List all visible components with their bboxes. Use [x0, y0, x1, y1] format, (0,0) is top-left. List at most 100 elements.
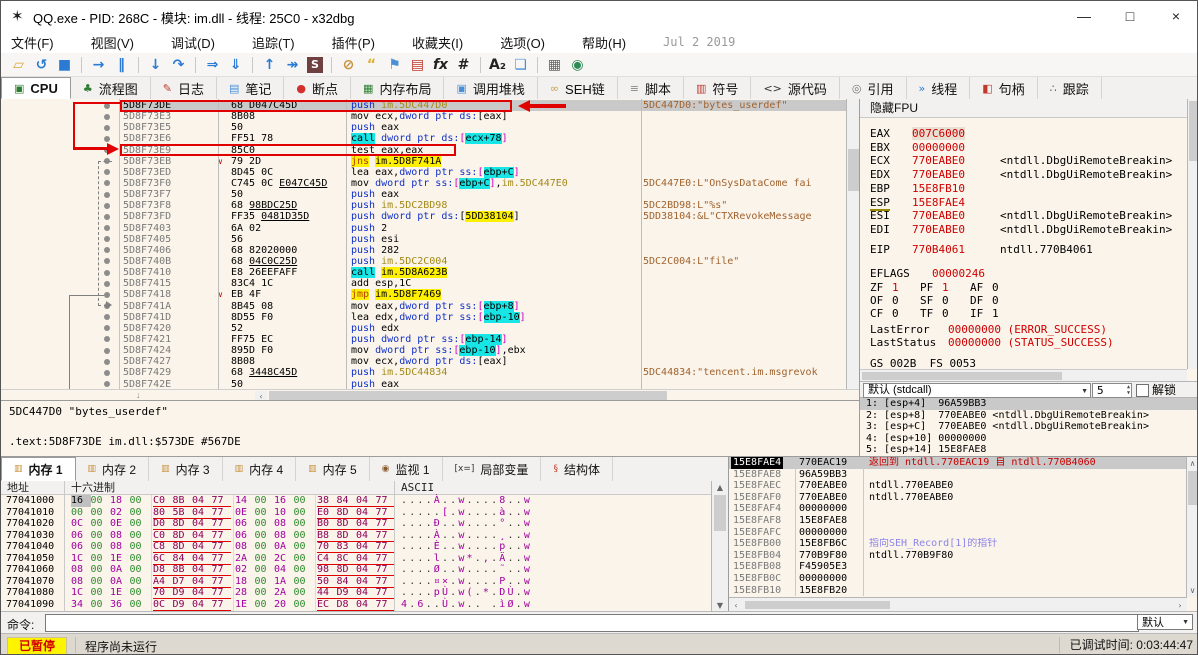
breakpoint-dot[interactable] — [104, 236, 110, 243]
byte-cell[interactable]: 00 — [130, 587, 150, 599]
byte-cell[interactable]: 8D — [337, 530, 357, 542]
byte-cell[interactable]: 77 — [212, 541, 232, 553]
byte-cell[interactable]: 04 — [356, 599, 376, 611]
byte-cell[interactable]: 1E — [110, 553, 130, 565]
byte-cell[interactable]: 34 — [71, 599, 91, 611]
breakpoint-dot[interactable] — [104, 269, 110, 276]
detach-icon[interactable]: ❏ — [509, 55, 532, 75]
byte-cell[interactable]: 04 — [356, 507, 376, 519]
register-value[interactable]: 770EABE0 — [912, 209, 965, 222]
flag-value[interactable]: 1 — [942, 281, 949, 294]
register-value[interactable]: 007C6000 — [912, 127, 965, 140]
breakpoint-dot[interactable] — [104, 135, 110, 142]
byte-cell[interactable]: 04 — [192, 518, 212, 530]
scroll-down-icon[interactable]: ▼ — [713, 600, 727, 611]
byte-cell[interactable]: 00 — [255, 530, 275, 542]
byte-cell[interactable]: 38 — [317, 495, 337, 507]
disassembly-vscrollbar[interactable] — [846, 99, 859, 389]
byte-cell[interactable]: 00 — [294, 541, 314, 553]
byte-cell[interactable]: 77 — [376, 530, 396, 542]
disasm-row[interactable]: 5D8F741A 8B45 08 mov eax,dword ptr ss:[ebp… — [1, 300, 859, 312]
byte-cell[interactable]: 00 — [91, 564, 111, 576]
stack-hscrollbar[interactable]: ‹ › — [729, 597, 1187, 612]
breakpoint-dot[interactable] — [104, 169, 110, 176]
byte-cell[interactable]: 00 — [255, 587, 275, 599]
byte-cell[interactable]: 77 — [376, 599, 396, 611]
byte-cell[interactable]: 77 — [376, 507, 396, 519]
breakpoint-dot[interactable] — [104, 358, 110, 365]
dump-tab-内存 5[interactable]: ▥ 内存 5 — [296, 457, 370, 481]
byte-cell[interactable]: 00 — [91, 576, 111, 588]
stack-row[interactable]: 15E8FAE8 96A59BB3 — [729, 469, 1197, 481]
byte-cell[interactable]: 00 — [294, 495, 314, 507]
tab-日志[interactable]: ✎ 日志 — [151, 77, 217, 99]
byte-cell[interactable]: C0 — [153, 530, 173, 542]
scroll-right-button[interactable]: › — [1174, 600, 1186, 610]
trace-into-icon[interactable]: ⇒ — [201, 55, 224, 75]
stack-row[interactable]: 15E8FB08 F45905E3 — [729, 561, 1197, 573]
byte-cell[interactable]: 00 — [255, 599, 275, 611]
register-value[interactable]: 770EABE0 — [912, 154, 965, 167]
byte-cell[interactable]: 14 — [235, 495, 255, 507]
byte-cell[interactable]: 08 — [71, 564, 91, 576]
disasm-row[interactable]: 5D8F7421 FF75 EC push dword ptr ss:[ebp-14… — [1, 333, 859, 345]
dump-row[interactable]: 77041000 16 00 18 00 C0 8B 04 77 14 00 16 00 38 84 04 77… — [1, 495, 711, 507]
disasm-row[interactable]: 5D8F73E6 FF51 78 call dword ptr ds:[ecx+78… — [1, 133, 859, 145]
flag-value[interactable]: 0 — [892, 294, 899, 307]
byte-cell[interactable]: 00 — [130, 576, 150, 588]
scrollbar-thumb[interactable] — [1188, 471, 1197, 505]
argument-row[interactable]: 1: [esp+4] 96A59BB3 — [860, 398, 1197, 410]
byte-cell[interactable]: 00 — [130, 518, 150, 530]
calculator-icon[interactable]: ▦ — [543, 55, 566, 75]
shortcuts-icon[interactable]: # — [452, 55, 475, 75]
byte-cell[interactable]: 06 — [71, 530, 91, 542]
byte-cell[interactable]: 1E — [235, 599, 255, 611]
byte-cell[interactable]: 8D — [337, 507, 357, 519]
disasm-row[interactable]: 5D8F73F0 C745 0C E047C45D mov dword ptr ss… — [1, 177, 859, 189]
breakpoint-dot[interactable] — [104, 225, 110, 232]
tab-调用堆栈[interactable]: ▣ 调用堆栈 — [444, 77, 538, 99]
byte-cell[interactable]: 0A — [110, 564, 130, 576]
dump-tab-结构体[interactable]: § 结构体 — [541, 457, 613, 481]
flag-value[interactable]: 0 — [892, 307, 899, 320]
run-icon[interactable]: → — [87, 55, 110, 75]
byte-cell[interactable]: 5B — [173, 507, 193, 519]
disasm-row[interactable]: 5D8F7415 83C4 1C add esp,1C — [1, 278, 859, 289]
stack-row[interactable]: 15E8FAF4 00000000 — [729, 503, 1197, 515]
byte-cell[interactable]: E0 — [317, 507, 337, 519]
chevron-down-icon[interactable]: ▼ — [1182, 615, 1189, 631]
disassembly-panel[interactable]: 5D8F73DE 68 D047C45D push im.5DC447D0 5DC44… — [1, 99, 859, 400]
byte-cell[interactable]: B0 — [317, 518, 337, 530]
dump-row[interactable]: 77041040 06 00 08 00 C8 8D 04 77 08 00 0A 00 70 83 04 77… — [1, 541, 711, 553]
chevron-down-icon[interactable]: ▼ — [1081, 385, 1088, 398]
byte-cell[interactable]: 02 — [235, 564, 255, 576]
byte-cell[interactable]: 04 — [356, 553, 376, 565]
byte-cell[interactable]: 84 — [173, 553, 193, 565]
disasm-row[interactable]: ∨ 5D8F73EB 79 2D jns im.5D8F741A — [1, 155, 859, 167]
byte-cell[interactable]: 00 — [130, 507, 150, 519]
stack-row[interactable]: 15E8FAFC 00000000 — [729, 527, 1197, 539]
bookmarks-icon[interactable]: ▤ — [406, 55, 429, 75]
breakpoint-dot[interactable] — [104, 280, 110, 287]
byte-cell[interactable]: D0 — [153, 518, 173, 530]
flag-value[interactable]: 0 — [992, 281, 999, 294]
byte-cell[interactable]: 0E — [110, 518, 130, 530]
step-over-icon[interactable]: ↷ — [167, 55, 190, 75]
arg-count-stepper[interactable]: 5 ▲ ▼ — [1092, 383, 1132, 398]
byte-cell[interactable]: 00 — [255, 576, 275, 588]
spin-down-icon[interactable]: ▼ — [1127, 390, 1130, 396]
scroll-left-button[interactable]: ‹ — [255, 391, 267, 400]
breakpoint-dot[interactable] — [104, 247, 110, 254]
internet-icon[interactable]: ◉ — [566, 55, 589, 75]
byte-cell[interactable]: 04 — [192, 495, 212, 507]
byte-cell[interactable]: 0A — [274, 541, 294, 553]
stack-row[interactable]: 15E8FB00 15E8FB6C 指向SEH_Record[1]的指针 — [729, 538, 1197, 550]
run-to-user-code-icon[interactable]: ↠ — [281, 55, 304, 75]
byte-cell[interactable]: 77 — [376, 587, 396, 599]
byte-cell[interactable]: 00 — [255, 564, 275, 576]
byte-cell[interactable]: 77 — [212, 507, 232, 519]
byte-cell[interactable]: 04 — [356, 518, 376, 530]
byte-cell[interactable]: 00 — [255, 553, 275, 565]
byte-cell[interactable]: D7 — [173, 576, 193, 588]
byte-cell[interactable]: 00 — [130, 541, 150, 553]
